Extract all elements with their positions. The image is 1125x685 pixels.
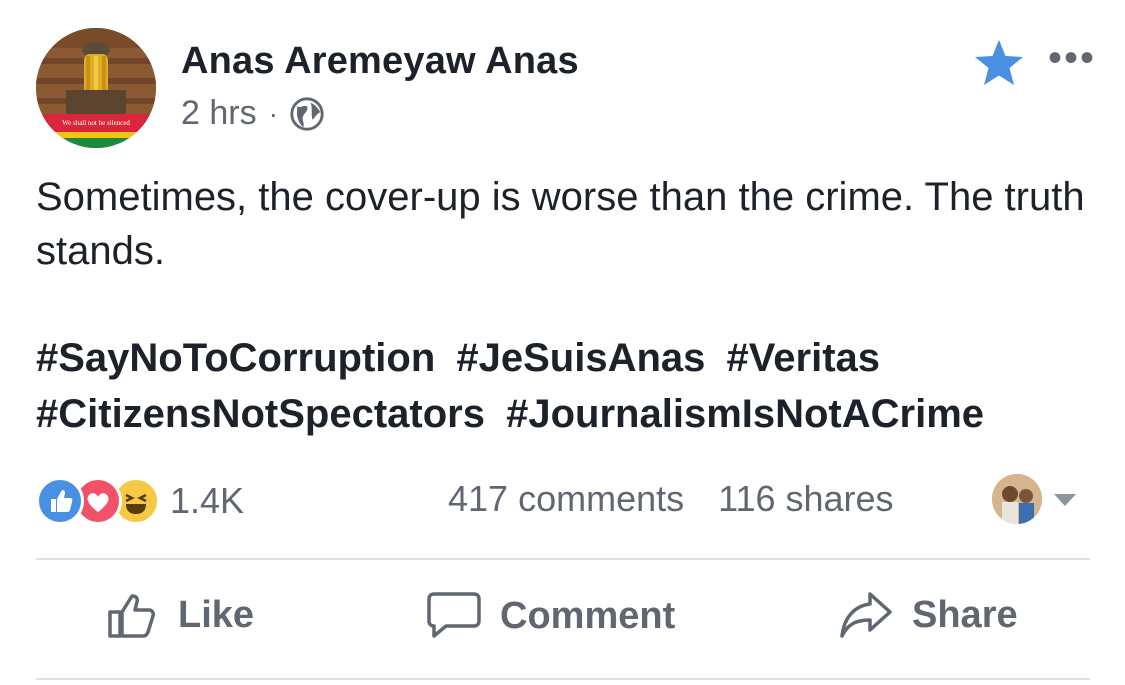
hashtag-link[interactable]: #CitizensNotSpectators [36,392,485,436]
hashtag-link[interactable]: #JeSuisAnas [456,336,705,380]
author-avatar[interactable]: We shall not be silenced [36,28,156,148]
like-label: Like [178,593,255,636]
action-bar: Like Comment Share [36,578,1090,668]
post-meta: 2 hrs · [181,94,326,133]
hashtag-link[interactable]: #Veritas [727,336,880,380]
post-timestamp[interactable]: 2 hrs [181,94,257,133]
more-options-icon[interactable]: ••• [1048,38,1096,78]
chevron-down-icon[interactable] [1052,492,1078,508]
author-name[interactable]: Anas Aremeyaw Anas [181,40,579,83]
reaction-count: 1.4K [170,480,245,521]
hashtag-list: #SayNoToCorruption #JeSuisAnas #Veritas … [36,330,1106,442]
comment-label: Comment [500,594,676,637]
post-text: Sometimes, the cover-up is worse than th… [36,175,1085,273]
engagement-stats: 417 comments 116 shares [448,478,928,520]
svg-text:We shall not be silenced: We shall not be silenced [62,119,130,127]
share-label: Share [912,593,1018,636]
globe-icon[interactable] [288,95,326,133]
viewer-avatar[interactable] [992,474,1042,524]
star-icon[interactable] [973,38,1025,88]
comment-button[interactable]: Comment [426,590,675,642]
avatar-image: We shall not be silenced [36,28,156,148]
like-icon [36,477,84,525]
divider [36,678,1090,680]
like-button[interactable]: Like [106,590,254,640]
shares-count[interactable]: 116 shares [718,478,893,520]
share-button[interactable]: Share [838,590,1018,640]
hashtag-link[interactable]: #JournalismIsNotACrime [506,392,984,436]
reactions-summary[interactable]: 1.4K [36,477,244,525]
share-arrow-icon [840,592,892,638]
thumbs-up-icon [108,594,155,638]
comment-icon [427,592,481,638]
comments-count[interactable]: 417 comments [448,478,684,520]
meta-separator: · [268,97,278,129]
hashtag-link[interactable]: #SayNoToCorruption [36,336,435,380]
divider [36,558,1090,560]
